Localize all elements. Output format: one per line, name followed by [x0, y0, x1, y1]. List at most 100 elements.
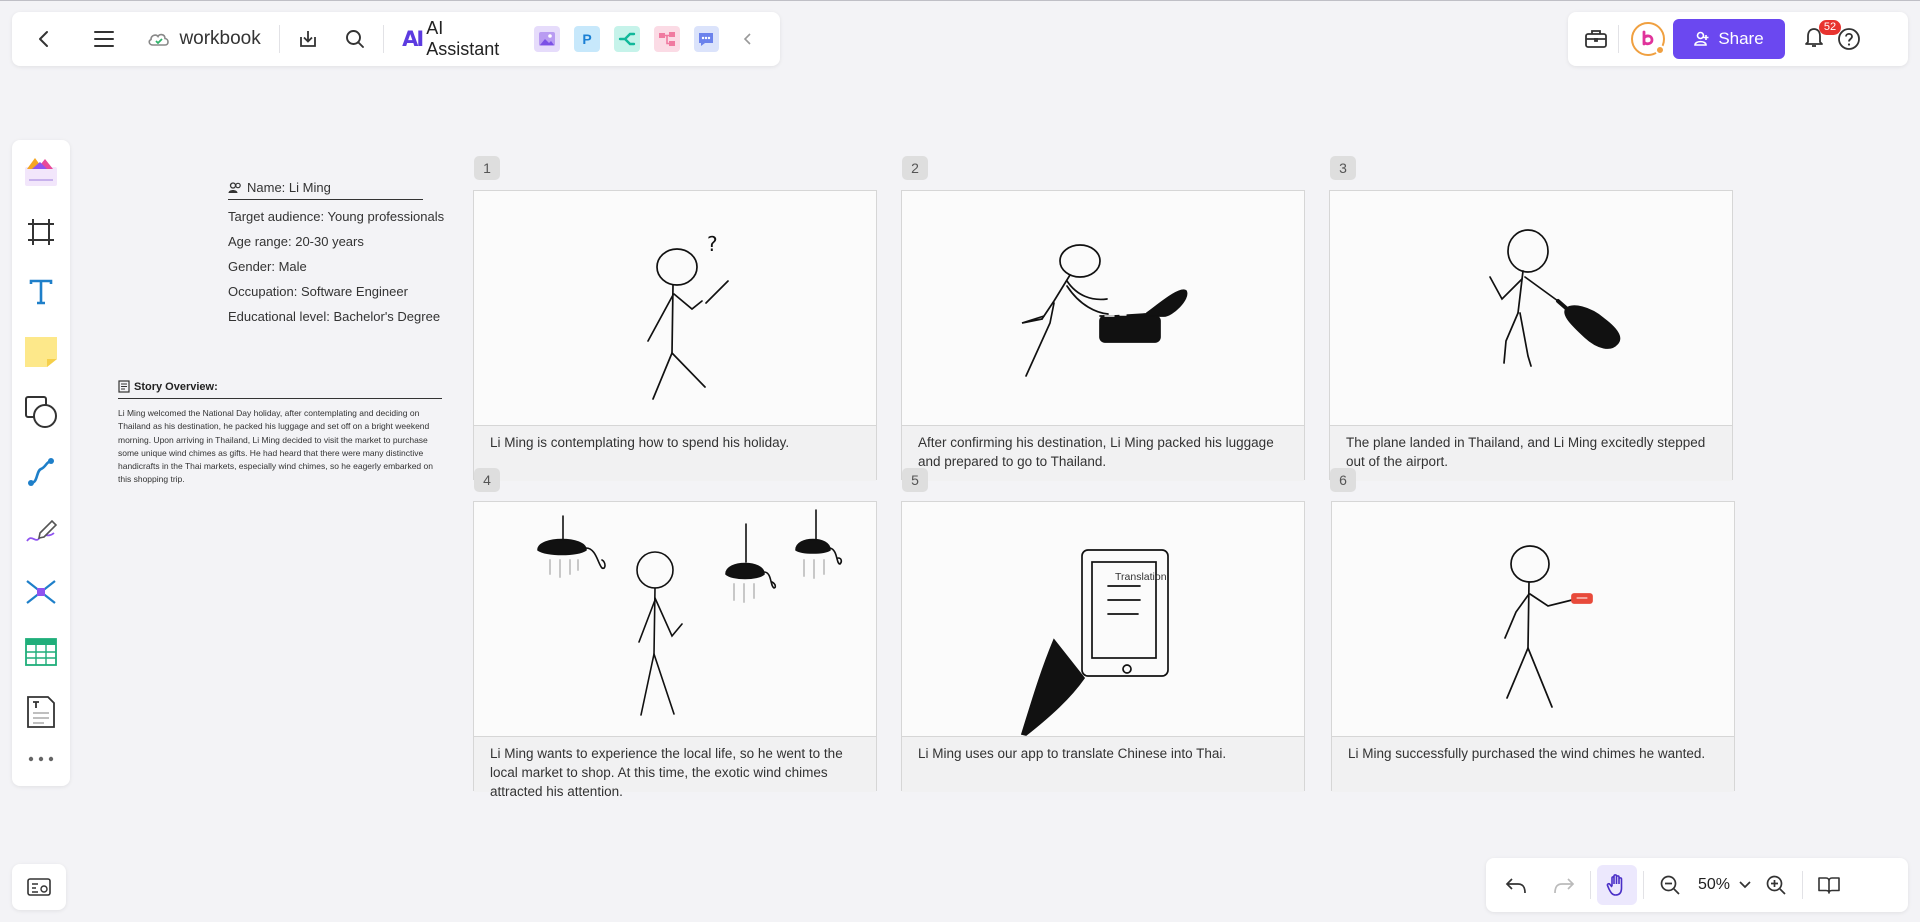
- chat-app-icon: [699, 33, 714, 46]
- frame-4-caption[interactable]: Li Ming wants to experience the local li…: [474, 736, 876, 799]
- presence-dot: [1655, 45, 1665, 55]
- main-toolbar: workbook AI AI Assistant P: [12, 12, 780, 66]
- collapse-icon: [744, 33, 751, 45]
- mindmap-app-button[interactable]: [653, 26, 680, 52]
- top-edge-line: [0, 0, 1920, 1]
- shape-tool[interactable]: [19, 390, 63, 434]
- template-tool[interactable]: [19, 150, 63, 194]
- storyboard-frame-2[interactable]: After confirming his destination, Li Min…: [901, 190, 1305, 481]
- frame-6-canvas: [1332, 502, 1734, 736]
- menu-button[interactable]: [86, 21, 122, 57]
- redo-icon: [1554, 878, 1575, 894]
- search-icon: [346, 30, 365, 48]
- briefcase-icon: [1585, 30, 1607, 48]
- toolbar-divider: [278, 25, 280, 53]
- zoom-in-icon: [1766, 875, 1786, 895]
- storyboard-frame-1[interactable]: ? Li Ming is contemplating how to spend …: [473, 190, 877, 481]
- frame-number-1: 1: [474, 156, 500, 180]
- redo-button[interactable]: [1544, 865, 1584, 905]
- document-tool[interactable]: [19, 690, 63, 734]
- persona-education: Educational level: Bachelor's Degree: [228, 309, 441, 324]
- frame-5-caption[interactable]: Li Ming uses our app to translate Chines…: [902, 736, 1304, 792]
- note-icon: [118, 380, 130, 393]
- frame-3-caption[interactable]: The plane landed in Thailand, and Li Min…: [1330, 425, 1732, 481]
- frame-4-canvas: [474, 502, 876, 736]
- question-mark: ?: [707, 232, 718, 256]
- zoom-level[interactable]: 50%: [1690, 876, 1734, 894]
- persona-card: Name: Li Ming Target audience: Young pro…: [228, 180, 448, 325]
- persona-name-row: Name: Li Ming: [228, 180, 423, 200]
- notifications-button[interactable]: 52: [1803, 19, 1841, 53]
- document-icon: [27, 696, 55, 728]
- zoom-in-button[interactable]: [1756, 865, 1796, 905]
- table-tool[interactable]: [19, 630, 63, 674]
- frame-1-caption[interactable]: Li Ming is contemplating how to spend hi…: [474, 425, 876, 481]
- frame-6-caption[interactable]: Li Ming successfully purchased the wind …: [1332, 736, 1734, 792]
- cloud-sync-icon: [148, 33, 170, 46]
- text-tool[interactable]: [19, 270, 63, 314]
- share-user-icon: [1694, 31, 1709, 46]
- overview-title-row: Story Overview:: [118, 380, 442, 399]
- users-icon: [228, 181, 241, 193]
- menu-icon: [93, 31, 114, 47]
- collapse-apps-button[interactable]: [730, 21, 766, 57]
- ai-logo-icon: AI: [402, 27, 424, 51]
- hand-tool-button[interactable]: [1597, 865, 1637, 905]
- shape-icon: [25, 396, 57, 428]
- mindmap-tool[interactable]: [19, 570, 63, 614]
- flow-app-button[interactable]: [613, 26, 640, 52]
- toolbox-button[interactable]: [1578, 21, 1614, 57]
- persona-occupation: Occupation: Software Engineer: [228, 284, 408, 299]
- connector-tool[interactable]: [19, 450, 63, 494]
- ai-assistant-button[interactable]: AI AI Assistant: [394, 18, 527, 60]
- share-button[interactable]: Share: [1673, 19, 1785, 59]
- legend-button[interactable]: [12, 864, 66, 910]
- frame-number-2: 2: [902, 156, 928, 180]
- pen-tool[interactable]: [19, 510, 63, 554]
- storyboard-frame-3[interactable]: The plane landed in Thailand, and Li Min…: [1329, 190, 1733, 481]
- storyboard-frame-4[interactable]: Li Ming wants to experience the local li…: [473, 501, 877, 799]
- connector-icon: [28, 458, 54, 486]
- image-app-button[interactable]: [534, 26, 561, 52]
- document-title: workbook: [179, 28, 261, 49]
- p-app-button[interactable]: P: [574, 26, 600, 52]
- undo-icon: [1505, 878, 1526, 894]
- reading-mode-button[interactable]: [1809, 865, 1849, 905]
- frame-number-5: 5: [902, 468, 928, 492]
- book-icon: [1818, 877, 1840, 894]
- flow-app-icon: [618, 32, 636, 46]
- story-overview: Story Overview: Li Ming welcomed the Nat…: [118, 380, 442, 487]
- storyboard-frame-5[interactable]: Translation Li Ming uses our app to tran…: [901, 501, 1305, 792]
- ai-assistant-label: AI Assistant: [426, 18, 500, 59]
- market-wind-chimes-sketch: [537, 509, 843, 716]
- zoom-dropdown-button[interactable]: [1734, 865, 1756, 905]
- frame-number-3: 3: [1330, 156, 1356, 180]
- chat-app-button[interactable]: [693, 26, 720, 52]
- storyboard-frame-6[interactable]: Li Ming successfully purchased the wind …: [1331, 501, 1735, 792]
- hand-icon: [1606, 874, 1623, 896]
- notification-badge: 52: [1819, 19, 1841, 35]
- persona-target-audience: Target audience: Young professionals: [228, 209, 445, 224]
- sticky-note-tool[interactable]: [19, 330, 63, 374]
- packing-luggage-sketch: [1021, 244, 1188, 377]
- frame-icon: [28, 219, 54, 245]
- translation-label: Translation: [1115, 571, 1167, 583]
- view-toolbar: 50%: [1486, 858, 1908, 912]
- table-icon: [25, 638, 57, 666]
- more-tools-button[interactable]: [26, 742, 56, 770]
- search-button[interactable]: [337, 21, 373, 57]
- user-avatar[interactable]: [1631, 22, 1665, 56]
- back-button[interactable]: [26, 21, 62, 57]
- toolbar-divider: [383, 25, 385, 53]
- undo-button[interactable]: [1496, 865, 1536, 905]
- frame-number-4: 4: [474, 468, 500, 492]
- download-icon: [299, 31, 316, 47]
- download-button[interactable]: [290, 21, 326, 57]
- zoom-out-button[interactable]: [1650, 865, 1690, 905]
- frame-2-caption[interactable]: After confirming his destination, Li Min…: [902, 425, 1304, 481]
- document-name[interactable]: workbook: [139, 28, 268, 50]
- creation-toolbar: [12, 140, 70, 786]
- overview-text: Li Ming welcomed the National Day holida…: [118, 408, 433, 485]
- frame-1-canvas: ?: [474, 191, 876, 425]
- frame-tool[interactable]: [19, 210, 63, 254]
